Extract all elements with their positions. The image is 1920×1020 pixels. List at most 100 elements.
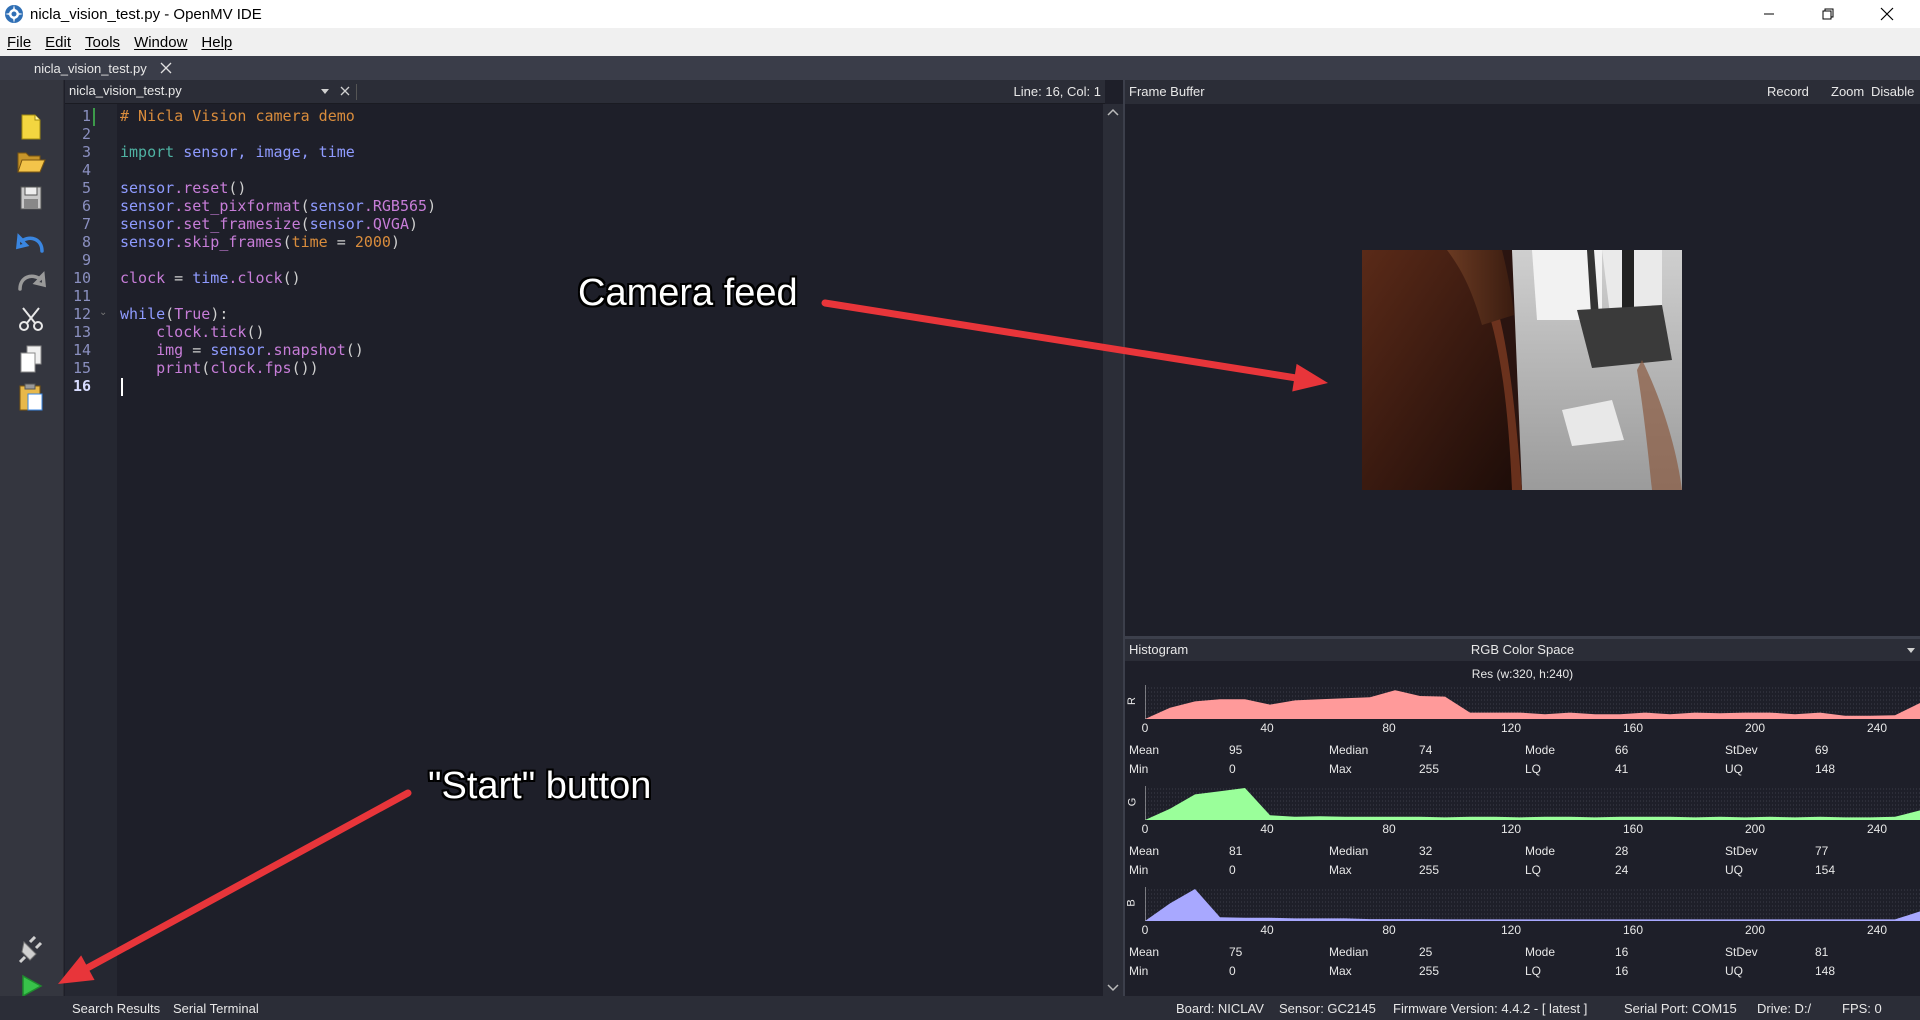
copy-button[interactable] — [14, 342, 48, 376]
paste-button[interactable] — [14, 380, 48, 414]
code-token: sensor — [210, 341, 265, 359]
menu-window[interactable]: Window — [127, 34, 194, 51]
title-bar: nicla_vision_test.py - OpenMV IDE — [0, 0, 1920, 28]
x-tick-label: 0 — [1141, 923, 1149, 937]
file-tab[interactable]: nicla_vision_test.py — [24, 56, 180, 80]
stat-value: 148 — [1815, 762, 1836, 776]
line-number: 11 — [72, 287, 91, 305]
header-divider — [356, 84, 357, 100]
stat-value: 24 — [1615, 863, 1629, 877]
stat-name: Mode — [1525, 945, 1556, 959]
drive-label: Drive: D:/ — [1757, 1001, 1812, 1016]
code-line: sensor.set_framesize(sensor.QVGA) — [120, 215, 418, 233]
line-number: 12 — [72, 305, 91, 323]
x-tick-label: 120 — [1500, 721, 1522, 735]
stat-value: 28 — [1615, 844, 1629, 858]
code-token: while — [120, 305, 166, 323]
code-token: .tick — [201, 323, 247, 341]
close-tab-icon[interactable] — [158, 60, 174, 76]
search-results-tab[interactable]: Search Results — [72, 1001, 160, 1016]
open-folder-icon — [17, 152, 46, 173]
code-token: sensor — [309, 197, 364, 215]
line-number: 8 — [81, 233, 91, 251]
stat-name: Min — [1129, 863, 1149, 877]
menu-help[interactable]: Help — [194, 34, 239, 51]
menu-file[interactable]: File — [0, 34, 38, 51]
editor-file-selector[interactable]: nicla_vision_test.py — [69, 83, 182, 98]
stat-value: 41 — [1615, 762, 1629, 776]
x-tick-label: 160 — [1622, 923, 1644, 937]
fold-marker-icon[interactable]: ⌄ — [99, 307, 107, 318]
serial-terminal-tab[interactable]: Serial Terminal — [173, 1001, 259, 1016]
stat-name: StDev — [1725, 945, 1758, 959]
close-window-button[interactable] — [1858, 0, 1916, 28]
redo-button[interactable] — [14, 264, 48, 298]
menu-tools[interactable]: Tools — [78, 34, 127, 51]
code-editor[interactable]: # Nicla Vision camera demo import sensor,… — [117, 104, 1103, 996]
stat-value: 95 — [1229, 743, 1243, 757]
cursor-position: Line: 16, Col: 1 — [1013, 84, 1101, 99]
code-token: sensor — [120, 197, 175, 215]
code-token: ( — [300, 215, 310, 233]
new-file-button[interactable] — [14, 110, 48, 144]
disable-button[interactable]: Disable — [1871, 84, 1914, 99]
stat-name: Mode — [1525, 844, 1556, 858]
histogram-panel: Res (w:320, h:240) R 0 40 80 120 160 200 240 Mea… — [1125, 661, 1920, 996]
color-space-dropdown-icon[interactable] — [1906, 645, 1916, 655]
x-tick-label: 160 — [1622, 721, 1644, 735]
cut-button[interactable] — [14, 302, 48, 336]
line-number: 2 — [81, 125, 91, 143]
scroll-up-icon[interactable] — [1107, 108, 1119, 116]
x-tick-label: 160 — [1622, 822, 1644, 836]
histogram-plot — [1145, 786, 1920, 820]
x-tick-label: 200 — [1744, 923, 1766, 937]
open-file-button[interactable] — [14, 144, 48, 178]
code-line: sensor.skip_frames(time = 2000) — [120, 233, 400, 251]
editor-scrollbar[interactable] — [1103, 104, 1123, 996]
stat-name: Median — [1329, 844, 1369, 858]
x-tick-label: 80 — [1382, 822, 1396, 836]
line-number-gutter: 1 2 3 4 5 6 7 8 9 10 11 12 13 14 15 16 ⌄ — [65, 104, 117, 996]
code-token: .clock — [228, 269, 283, 287]
stat-value: 16 — [1615, 945, 1629, 959]
file-tab-bar: nicla_vision_test.py — [0, 56, 1920, 80]
record-button[interactable]: Record — [1767, 84, 1809, 99]
stat-value: 32 — [1419, 844, 1433, 858]
stat-value: 66 — [1615, 743, 1629, 757]
line-number: 9 — [81, 251, 91, 269]
code-token: () — [345, 341, 364, 359]
chevron-down-icon[interactable] — [319, 85, 331, 97]
firmware-label[interactable]: Firmware Version: 4.4.2 - [ latest ] — [1393, 1001, 1587, 1016]
connect-button[interactable] — [14, 933, 48, 967]
color-space-select[interactable]: RGB Color Space — [1125, 642, 1920, 657]
text-caret — [121, 378, 123, 396]
file-tab-label: nicla_vision_test.py — [34, 60, 147, 76]
code-line: while(True): — [120, 305, 228, 323]
code-token: .RGB565 — [363, 197, 428, 215]
histogram-header: Histogram RGB Color Space — [1125, 639, 1920, 661]
scroll-down-icon[interactable] — [1107, 984, 1119, 992]
code-token: .set_framesize — [174, 215, 301, 233]
close-document-icon[interactable] — [338, 84, 352, 98]
restore-button[interactable] — [1799, 0, 1857, 28]
line-number: 16 — [72, 377, 91, 395]
undo-button[interactable] — [14, 226, 48, 260]
histogram-plot — [1145, 685, 1920, 719]
menu-edit[interactable]: Edit — [38, 34, 78, 51]
stat-name: Median — [1329, 743, 1369, 757]
stat-name: Mode — [1525, 743, 1556, 757]
code-token: () — [282, 269, 301, 287]
stat-value: 81 — [1229, 844, 1243, 858]
code-token: import — [120, 143, 175, 161]
code-token: # Nicla Vision camera demo — [120, 107, 355, 125]
camera-feed-image — [1362, 250, 1682, 490]
zoom-button[interactable]: Zoom — [1831, 84, 1864, 99]
stat-name: Max — [1329, 762, 1352, 776]
stat-name: Mean — [1129, 743, 1160, 757]
save-button[interactable] — [14, 181, 48, 215]
minimize-button[interactable] — [1740, 0, 1798, 28]
window-title: nicla_vision_test.py - OpenMV IDE — [30, 5, 262, 23]
code-token: sensor — [120, 179, 175, 197]
code-token: sensor — [120, 215, 175, 233]
stat-name: Mean — [1129, 945, 1160, 959]
